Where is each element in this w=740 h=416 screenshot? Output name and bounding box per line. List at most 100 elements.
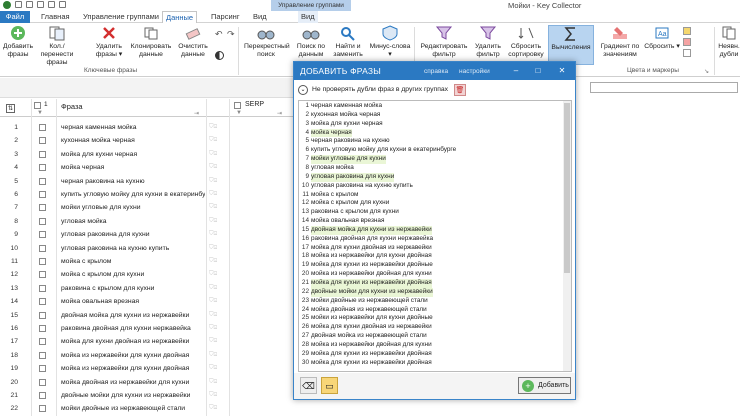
gradient-button[interactable]: Градиент по значениям	[598, 25, 642, 59]
row-checkbox[interactable]	[39, 177, 46, 185]
table-row[interactable]: 8 угловая мойка ⛉⊡	[0, 215, 300, 228]
column-phrase-header[interactable]: Фраза	[61, 102, 83, 111]
table-row[interactable]: 7 мойки угловые для кухни ⛉⊡	[0, 201, 300, 214]
row-checkbox[interactable]	[39, 150, 46, 158]
phrase-cell[interactable]: мойка черная	[61, 161, 205, 174]
table-row[interactable]: 18 мойка из нержавейки для кухни двойная ⛉…	[0, 349, 300, 362]
undo-icon[interactable]	[48, 1, 55, 8]
calculations-button[interactable]: Вычисления	[548, 25, 594, 65]
find-replace-button[interactable]: Найти и заменить	[330, 25, 366, 59]
table-row[interactable]: 2 кухонная мойка черная ⛉⊡	[0, 134, 300, 147]
row-checkbox[interactable]	[39, 204, 46, 212]
delete-phrases-button[interactable]: Удалить фразы ▾	[90, 25, 128, 59]
phrase-cell[interactable]: угловая мойка	[61, 215, 205, 228]
phrase-cell[interactable]: мойка с крылом	[61, 255, 205, 268]
edit-filter-button[interactable]: Редактировать фильтр	[418, 25, 470, 59]
marker-yellow-icon[interactable]	[683, 27, 691, 35]
settings-icon[interactable]	[37, 1, 44, 8]
tab-context-view[interactable]: Вид	[298, 11, 318, 23]
close-icon[interactable]: ✕	[556, 65, 568, 77]
table-row[interactable]: 6 купить угловую мойку для кухни в екатер…	[0, 188, 300, 201]
contrast-icon[interactable]	[215, 51, 224, 60]
select-all-checkbox[interactable]	[34, 102, 41, 109]
row-checkbox[interactable]	[39, 244, 46, 252]
phrase-cell[interactable]: мойка для кухни двойная из нержавейки	[61, 335, 205, 348]
phrase-cell[interactable]: двойная мойка для кухни из нержавейки	[61, 309, 205, 322]
clear-data-button[interactable]: Очистить данные	[174, 25, 212, 59]
table-row[interactable]: 20 мойка двойная из нержавейки для кухни ⛉…	[0, 376, 300, 389]
folder-button[interactable]: ▭	[321, 377, 338, 394]
row-checkbox[interactable]	[39, 351, 46, 359]
reset-sort-button[interactable]: Сбросить сортировку	[506, 25, 546, 59]
reset-colors-button[interactable]: Aa Сбросить ▾	[644, 25, 680, 51]
phrase-cell[interactable]: мойка из нержавейки для кухни двойная	[61, 349, 205, 362]
pin-icon[interactable]: ⇥	[194, 110, 199, 117]
row-checkbox[interactable]	[39, 137, 46, 145]
marker-clear-icon[interactable]	[683, 49, 691, 57]
clone-data-button[interactable]: Клонировать данные	[128, 25, 174, 59]
table-row[interactable]: 12 мойка с крылом для кухни ⛉⊡	[0, 268, 300, 281]
help-link[interactable]: справка	[424, 68, 448, 75]
row-checkbox[interactable]	[39, 231, 46, 239]
phrase-cell[interactable]: черная раковина на кухню	[61, 175, 205, 188]
row-checkbox[interactable]	[39, 311, 46, 319]
redo-icon[interactable]	[59, 1, 66, 8]
phrase-cell[interactable]: черная каменная мойка	[61, 121, 205, 134]
open-icon[interactable]	[26, 1, 33, 8]
row-checkbox[interactable]	[39, 392, 46, 399]
table-row[interactable]: 11 мойка с крылом ⛉⊡	[0, 255, 300, 268]
table-row[interactable]: 19 мойка из нержавейки для кухни двойная ⛉…	[0, 362, 300, 375]
row-checkbox[interactable]	[39, 191, 46, 198]
maximize-icon[interactable]: □	[532, 65, 544, 77]
no-duplicate-check-option[interactable]: Не проверять дубли фраз в других группах	[312, 86, 448, 93]
row-checkbox[interactable]	[39, 284, 46, 292]
copy-move-phrases-button[interactable]: Кол./перенести фразы	[36, 25, 78, 67]
phrase-cell[interactable]: мойка овальная врезная	[61, 295, 205, 308]
marker-red-icon[interactable]	[683, 38, 691, 46]
phrase-cell[interactable]: мойка с крылом для кухни	[61, 268, 205, 281]
tab-group-management[interactable]: Управление группами	[80, 11, 162, 23]
serp-filter-icon[interactable]: ▼	[236, 110, 242, 116]
table-row[interactable]: 17 мойка для кухни двойная из нержавейки ⛉…	[0, 335, 300, 348]
editor-scrollbar[interactable]	[563, 101, 571, 371]
table-row[interactable]: 15 двойная мойка для кухни из нержавейки ⛉…	[0, 309, 300, 322]
phrase-cell[interactable]: мойки угловые для кухни	[61, 201, 205, 214]
row-checkbox[interactable]	[39, 405, 46, 413]
add-phrases-button[interactable]: Добавить фразы	[2, 25, 34, 59]
phrase-cell[interactable]: угловая раковина для кухни	[61, 228, 205, 241]
column-serp-header[interactable]: SERP	[245, 101, 264, 108]
table-row[interactable]: 5 черная раковина на кухню ⛉⊡	[0, 175, 300, 188]
add-button[interactable]: + Добавить	[518, 377, 571, 394]
phrase-cell[interactable]: раковина двойная для кухни нержавейка	[61, 322, 205, 335]
table-row[interactable]: 9 угловая раковина для кухни ⛉⊡	[0, 228, 300, 241]
phrase-cell[interactable]: раковина с крылом для кухни	[61, 282, 205, 295]
undo-ribbon-icon[interactable]: ↶	[215, 29, 224, 39]
cross-search-button[interactable]: Перекрестный поиск	[244, 25, 290, 59]
phrase-cell[interactable]: кухонная мойка черная	[61, 134, 205, 147]
minimize-icon[interactable]: –	[510, 65, 522, 77]
row-checkbox[interactable]	[39, 217, 46, 225]
scrollbar-thumb[interactable]	[564, 103, 570, 273]
tab-view[interactable]: Вид	[250, 11, 270, 23]
table-row[interactable]: 16 раковина двойная для кухни нержавейка ⛉…	[0, 322, 300, 335]
filter-icon[interactable]: ▼	[37, 110, 43, 116]
settings-link[interactable]: настройки	[459, 68, 490, 75]
search-input[interactable]	[590, 82, 738, 93]
table-row[interactable]: 1 черная каменная мойка ⛉⊡	[0, 121, 300, 134]
table-row[interactable]: 13 раковина с крылом для кухни ⛉⊡	[0, 282, 300, 295]
trash-icon[interactable]: 🗑	[454, 84, 466, 96]
save-icon[interactable]	[15, 1, 22, 8]
minus-words-button[interactable]: Минус-слова ▾	[368, 25, 412, 59]
serp-checkbox[interactable]	[234, 102, 241, 109]
remove-filter-button[interactable]: Удалить фильтр	[472, 25, 504, 59]
implicit-duplicates-button[interactable]: Неявн. дубли	[716, 25, 740, 59]
tab-parsing[interactable]: Парсинг	[208, 11, 243, 23]
tab-home[interactable]: Главная	[38, 11, 73, 23]
phrase-cell[interactable]: купить угловую мойку для кухни в екатери…	[61, 188, 205, 201]
phrase-cell[interactable]: мойка для кухни черная	[61, 148, 205, 161]
row-checkbox[interactable]	[39, 378, 46, 386]
redo-ribbon-icon[interactable]: ↷	[227, 29, 236, 39]
row-checkbox[interactable]	[39, 338, 46, 346]
phrases-textarea[interactable]: 1 черная каменная мойка 2 кухонная мойка че…	[298, 100, 572, 372]
phrase-cell[interactable]: мойка из нержавейки для кухни двойная	[61, 362, 205, 375]
